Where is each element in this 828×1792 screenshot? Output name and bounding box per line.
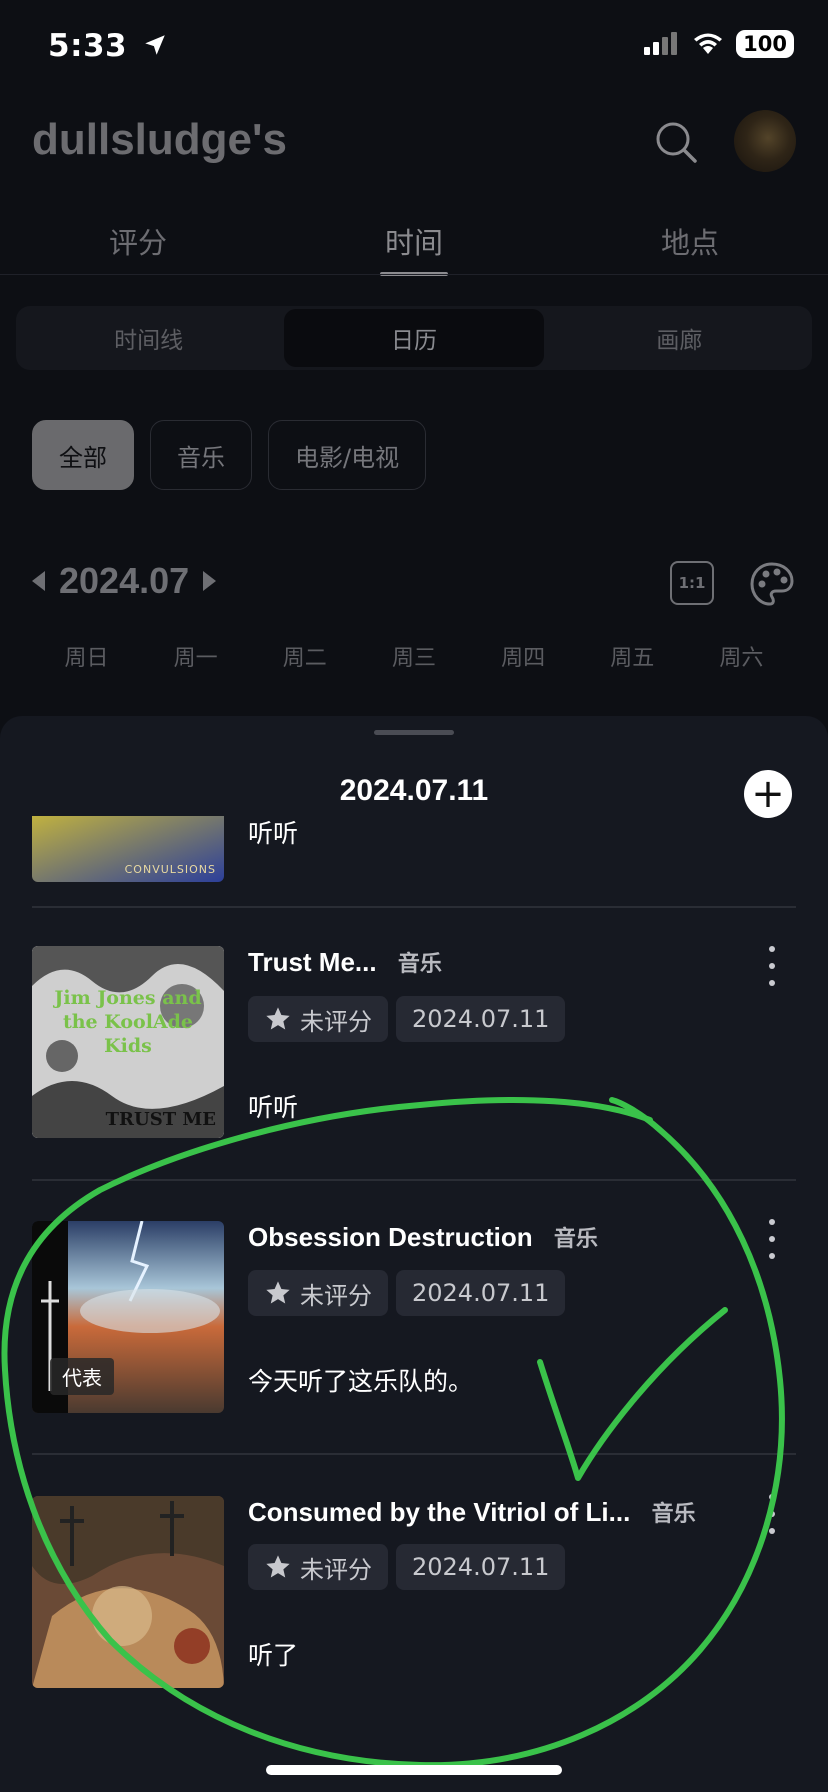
- star-icon: [266, 1281, 290, 1304]
- palette-icon[interactable]: [748, 560, 796, 608]
- date-badge[interactable]: 2024.07.11: [396, 1270, 566, 1316]
- filter-chips: 全部 音乐 电影/电视: [32, 420, 427, 490]
- page-title: dullsludge's: [32, 115, 287, 164]
- item-note: 今天听了这乐队的。: [248, 1367, 474, 1396]
- sheet-date-title: 2024.07.11: [339, 774, 489, 807]
- list-divider: [32, 1179, 796, 1181]
- item-type: 音乐: [553, 1226, 598, 1251]
- cover-title-text: TRUST ME: [105, 1109, 216, 1130]
- avatar[interactable]: [734, 110, 796, 172]
- item-title[interactable]: Consumed by the Vitriol of Li...: [248, 1497, 630, 1527]
- list-divider: [32, 906, 796, 908]
- rating-badge[interactable]: 未评分: [248, 1270, 388, 1316]
- wifi-icon: [694, 33, 723, 54]
- prev-month-icon[interactable]: [32, 571, 45, 591]
- filter-all[interactable]: 全部: [32, 420, 134, 490]
- item-type: 音乐: [397, 951, 442, 976]
- battery-indicator: 100: [736, 30, 794, 58]
- item-type: 音乐: [651, 1501, 696, 1526]
- date-badge[interactable]: 2024.07.11: [396, 996, 566, 1042]
- partial-note: 听听: [248, 819, 299, 848]
- month-label: 2024.07: [59, 560, 190, 601]
- status-icons: 100: [644, 30, 794, 58]
- weekday-label: 周六: [719, 646, 764, 671]
- more-options-button[interactable]: [766, 1494, 778, 1534]
- more-options-button[interactable]: [766, 946, 778, 986]
- more-options-button[interactable]: [766, 1219, 778, 1259]
- tab-rating[interactable]: 评分: [0, 220, 276, 276]
- filter-movie-tv[interactable]: 电影/电视: [268, 420, 427, 490]
- weekday-label: 周五: [610, 646, 655, 671]
- sheet-grabber[interactable]: [374, 730, 454, 735]
- aspect-ratio-button[interactable]: 1:1: [670, 561, 714, 605]
- rating-label: 未评分: [300, 1555, 372, 1584]
- status-time: 5:33: [48, 28, 168, 64]
- rating-label: 未评分: [300, 1281, 372, 1310]
- star-icon: [266, 1007, 290, 1030]
- rating-label: 未评分: [300, 1007, 372, 1036]
- filter-music[interactable]: 音乐: [150, 420, 252, 490]
- item-badges: 未评分 2024.07.11: [248, 996, 566, 1042]
- add-entry-button[interactable]: +: [744, 770, 792, 818]
- tab-place[interactable]: 地点: [552, 220, 828, 276]
- item-badges: 未评分 2024.07.11: [248, 1544, 566, 1590]
- list-divider: [32, 1453, 796, 1455]
- cover-art: [32, 1496, 224, 1688]
- rating-badge[interactable]: 未评分: [248, 1544, 388, 1590]
- item-title-row: Consumed by the Vitriol of Li... 音乐: [248, 1496, 696, 1528]
- weekday-header: 周日 周一 周二 周三 周四 周五 周六: [32, 640, 796, 672]
- item-title-row: Trust Me... 音乐: [248, 946, 442, 978]
- weekday-label: 周四: [501, 646, 546, 671]
- weekday-label: 周三: [391, 646, 436, 671]
- main-tabs: 评分 时间 地点: [0, 220, 828, 276]
- item-badges: 未评分 2024.07.11: [248, 1270, 566, 1316]
- date-badge[interactable]: 2024.07.11: [396, 1544, 566, 1590]
- view-segmented-control: 时间线 日历 画廊: [16, 306, 812, 370]
- segment-gallery[interactable]: 画廊: [550, 309, 809, 367]
- weekday-label: 周一: [173, 646, 218, 671]
- home-indicator: [266, 1765, 562, 1775]
- album-cover[interactable]: [32, 1496, 224, 1688]
- cover-band-text: Jim Jones and the KoolAde Kids: [54, 987, 202, 1057]
- item-title[interactable]: Obsession Destruction: [248, 1222, 533, 1252]
- tab-divider: [0, 274, 828, 275]
- album-cover[interactable]: 代表: [32, 1221, 224, 1413]
- representative-tag: 代表: [50, 1358, 114, 1395]
- day-detail-sheet: 2024.07.11 + CONVULSIONS 听听 Jim Jones an…: [0, 716, 828, 1792]
- cellular-signal-icon: [644, 32, 678, 55]
- month-nav: 2024.07: [32, 560, 217, 602]
- star-icon: [266, 1555, 290, 1578]
- segment-calendar[interactable]: 日历: [284, 309, 544, 367]
- rating-badge[interactable]: 未评分: [248, 996, 388, 1042]
- status-time-text: 5:33: [48, 28, 128, 64]
- partial-list-item[interactable]: CONVULSIONS 听听: [32, 816, 796, 882]
- partial-album-cover: CONVULSIONS: [32, 816, 224, 882]
- next-month-icon[interactable]: [203, 571, 217, 591]
- item-title[interactable]: Trust Me...: [248, 947, 377, 977]
- segment-timeline[interactable]: 时间线: [19, 309, 278, 367]
- search-icon[interactable]: [654, 120, 698, 164]
- album-cover[interactable]: Jim Jones and the KoolAde Kids TRUST ME: [32, 946, 224, 1138]
- partial-cover-text: CONVULSIONS: [124, 863, 216, 876]
- weekday-label: 周日: [64, 646, 109, 671]
- weekday-label: 周二: [282, 646, 327, 671]
- tab-time[interactable]: 时间: [276, 220, 552, 276]
- location-arrow-icon: [145, 35, 166, 55]
- item-note: 听听: [248, 1093, 299, 1122]
- item-note: 听了: [248, 1641, 299, 1670]
- item-title-row: Obsession Destruction 音乐: [248, 1221, 598, 1253]
